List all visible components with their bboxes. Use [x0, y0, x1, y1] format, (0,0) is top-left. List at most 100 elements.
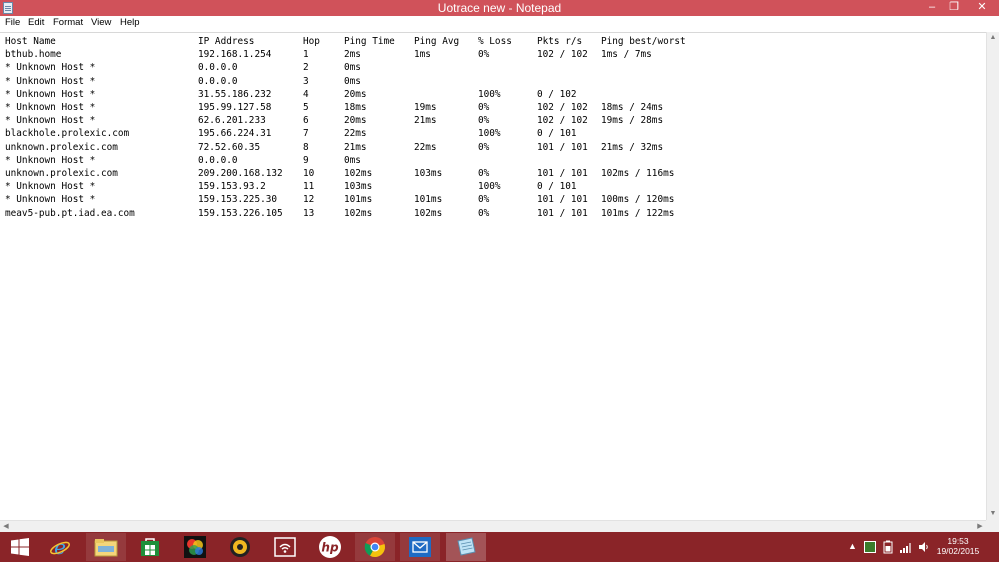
cell-ping-time: 103ms	[344, 181, 373, 193]
store-button[interactable]	[130, 533, 170, 561]
minimize-button[interactable]: –	[922, 0, 942, 16]
cell-ping-best-worst: 100ms / 120ms	[601, 194, 675, 206]
cell-ping-time: 18ms	[344, 102, 367, 113]
cell-host-name: * Unknown Host *	[5, 115, 96, 127]
scroll-down-arrow-icon[interactable]: ▼	[987, 508, 999, 520]
cell-ip-address: 159.153.225.30	[198, 194, 278, 206]
menu-edit[interactable]: Edit	[28, 17, 44, 28]
chrome-button[interactable]	[355, 533, 395, 561]
cell-ping-avg: 19ms	[414, 102, 437, 113]
cell-ping-avg: 101ms	[414, 194, 443, 206]
table-row: unknown.prolexic.com 72.52.60.35 8 21ms 22ms…	[0, 141, 986, 154]
table-row: * Unknown Host * 31.55.186.232 4 20ms 100% 0 …	[0, 88, 986, 101]
header-row: Host Name IP Address Hop Ping Time Ping Avg%…	[0, 35, 986, 48]
header-pkts: Pkts r/s	[537, 36, 583, 47]
cell-pkts: 102 / 102	[537, 49, 588, 61]
cell-host-name: * Unknown Host *	[5, 154, 96, 166]
horizontal-scrollbar[interactable]: ◀ ▶	[0, 520, 986, 532]
cell-ping-avg: 22ms	[414, 141, 437, 153]
cell-pkts: 0 / 102	[537, 88, 577, 100]
scroll-left-arrow-icon[interactable]: ◀	[0, 521, 12, 532]
cell-loss: 0%	[478, 168, 490, 179]
menu-file[interactable]: File	[5, 17, 20, 28]
cell-ping-avg: 102ms	[414, 207, 443, 219]
cell-loss: 0%	[478, 49, 490, 61]
cell-pkts: 102 / 102	[537, 115, 588, 127]
colorful-app-icon	[184, 536, 206, 558]
header-host-name: Host Name	[5, 36, 56, 47]
header-ip-address: IP Address	[198, 36, 255, 47]
cell-ip-address: 192.168.1.254	[198, 49, 272, 61]
cell-ping-time: 0ms	[344, 154, 361, 166]
scroll-up-arrow-icon[interactable]: ▲	[987, 32, 999, 44]
tray-overflow-chevron-icon[interactable]: ▲	[848, 541, 857, 551]
cell-ip-address: 0.0.0.0	[198, 154, 238, 166]
cell-hop: 1	[303, 49, 309, 61]
cell-ip-address: 195.66.224.31	[198, 128, 272, 140]
table-row: * Unknown Host * 0.0.0.0 3 0ms	[0, 75, 986, 88]
notepad-taskbar-button[interactable]	[446, 533, 486, 561]
cell-host-name: * Unknown Host *	[5, 88, 96, 100]
header-ping-time: Ping Time	[344, 36, 395, 47]
cell-ip-address: 0.0.0.0	[198, 75, 238, 87]
table-row: * Unknown Host * 62.6.201.233 6 20ms 21ms 0% 1…	[0, 114, 986, 127]
taskbar: e hp ▲	[0, 532, 999, 562]
table-row: bthub.home 192.168.1.254 1 2ms 1ms 0% 102 / 10…	[0, 48, 986, 61]
cell-hop: 10	[303, 168, 315, 179]
volume-icon[interactable]	[918, 541, 930, 553]
chrome-icon	[364, 537, 385, 558]
title-bar[interactable]: Uotrace new - Notepad – ❐ ✕	[0, 0, 999, 16]
start-button[interactable]	[0, 533, 40, 561]
cell-ip-address: 62.6.201.233	[198, 115, 266, 127]
cell-ip-address: 209.200.168.132	[198, 168, 283, 179]
cell-host-name: blackhole.prolexic.com	[5, 128, 130, 140]
network-signal-icon[interactable]	[900, 541, 913, 553]
vertical-scrollbar[interactable]: ▲ ▼	[986, 32, 999, 520]
cell-ping-time: 102ms	[344, 168, 373, 179]
wifi-app-button[interactable]	[265, 533, 305, 561]
cell-loss: 0%	[478, 115, 490, 127]
menu-help[interactable]: Help	[120, 17, 140, 28]
cell-ping-best-worst: 18ms / 24ms	[601, 102, 664, 113]
cell-pkts: 0 / 101	[537, 128, 577, 140]
scroll-right-arrow-icon[interactable]: ▶	[974, 521, 986, 532]
cell-ping-time: 22ms	[344, 128, 367, 140]
photo-app-button[interactable]	[175, 533, 215, 561]
cell-ip-address: 31.55.186.232	[198, 88, 272, 100]
cell-pkts: 0 / 101	[537, 181, 577, 193]
clock-time: 19:53	[947, 536, 969, 546]
menu-view[interactable]: View	[91, 17, 111, 28]
cell-hop: 13	[303, 207, 315, 219]
tray-app-icon[interactable]	[864, 541, 876, 553]
close-button[interactable]: ✕	[966, 0, 998, 16]
taskbar-clock[interactable]: 19:53 19/02/2015	[936, 536, 980, 556]
hp-app-button[interactable]: hp	[310, 533, 350, 561]
media-app-button[interactable]	[220, 533, 260, 561]
table-row: blackhole.prolexic.com 195.66.224.31 7 22ms…	[0, 127, 986, 140]
svg-text:e: e	[54, 536, 66, 558]
cell-pkts: 101 / 101	[537, 141, 588, 153]
cell-ip-address: 0.0.0.0	[198, 62, 238, 74]
cell-ping-time: 2ms	[344, 49, 361, 61]
cell-pkts: 102 / 102	[537, 102, 588, 113]
mail-button[interactable]	[400, 533, 440, 561]
cell-ping-best-worst: 19ms / 28ms	[601, 115, 664, 127]
restore-button[interactable]: ❐	[944, 0, 964, 16]
header-hop: Hop	[303, 36, 320, 47]
file-explorer-button[interactable]	[86, 533, 126, 561]
cell-loss: 100%	[478, 88, 501, 100]
cell-ping-time: 102ms	[344, 207, 373, 219]
folder-icon	[94, 539, 118, 557]
internet-explorer-button[interactable]: e	[40, 533, 80, 561]
cell-hop: 12	[303, 194, 315, 206]
cell-ping-time: 0ms	[344, 62, 361, 74]
text-editor[interactable]: Host Name IP Address Hop Ping Time Ping Avg%…	[0, 32, 986, 520]
cell-hop: 5	[303, 102, 309, 113]
media-icon	[230, 537, 250, 557]
battery-icon[interactable]	[883, 540, 893, 554]
table-row: * Unknown Host * 159.153.225.30 12 101ms 101…	[0, 193, 986, 206]
cell-ping-best-worst: 21ms / 32ms	[601, 141, 664, 153]
menu-format[interactable]: Format	[53, 17, 83, 28]
cell-host-name: bthub.home	[5, 49, 62, 61]
cell-ping-time: 101ms	[344, 194, 373, 206]
